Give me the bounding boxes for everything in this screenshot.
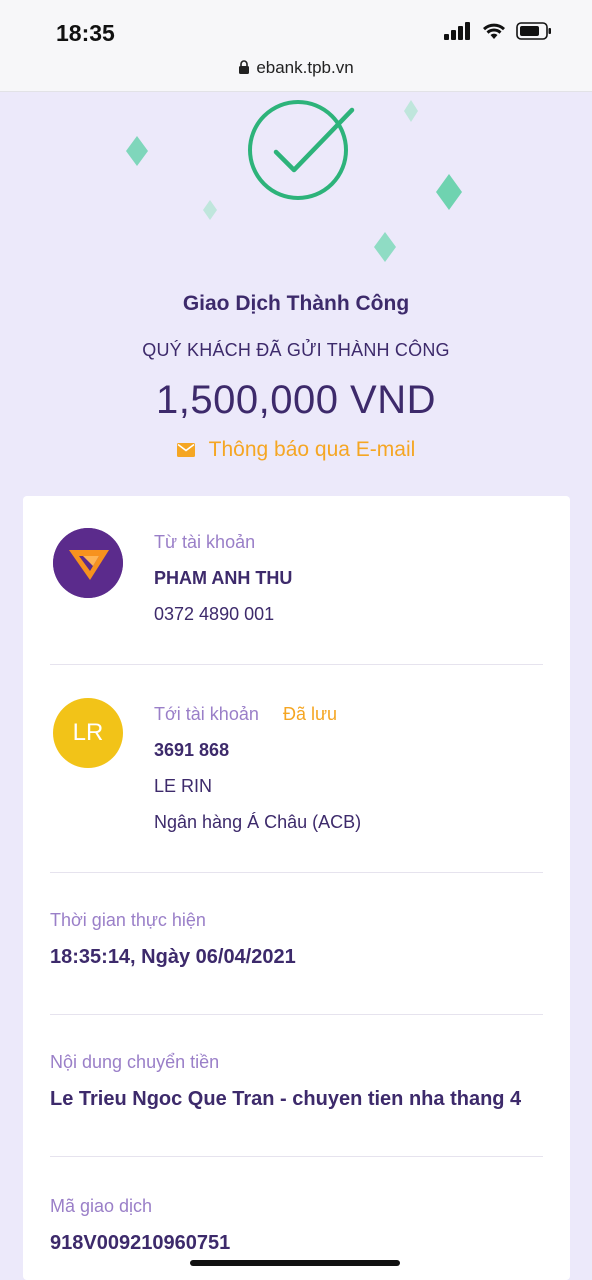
result-title: Giao Dịch Thành Công: [182, 292, 410, 315]
transaction-details-card: Từ tài khoản PHAM ANH THU 0372 4890 001 …: [23, 496, 570, 1280]
content-label: Nội dung chuyển tiền: [50, 1052, 220, 1072]
check-circle-icon: [248, 100, 355, 200]
to-account-name: LE RIN: [154, 776, 213, 796]
lock-icon: [239, 60, 250, 74]
time-section: Thời gian thực hiện 18:35:14, Ngày 06/04…: [23, 872, 570, 1014]
saved-badge: Đã lưu: [283, 704, 338, 724]
to-account-label: Tới tài khoản: [154, 704, 259, 724]
to-account-bank: Ngân hàng Á Châu (ACB): [154, 812, 362, 832]
content-section: Nội dung chuyển tiền Le Trieu Ngoc Que T…: [23, 1014, 570, 1156]
from-account-section: Từ tài khoản PHAM ANH THU 0372 4890 001: [23, 496, 570, 664]
email-notification-link[interactable]: Thông báo qua E-mail: [0, 438, 592, 462]
wifi-icon: [483, 23, 505, 39]
email-notification-label: Thông báo qua E-mail: [208, 438, 416, 461]
to-account-section: LR Tới tài khoản Đã lưu 3691 868 LE RIN …: [23, 664, 570, 872]
sparkle-icon: [203, 200, 217, 220]
from-account-number: 0372 4890 001: [154, 604, 275, 624]
from-account-name: PHAM ANH THU: [154, 568, 293, 588]
from-account-label: Từ tài khoản: [154, 532, 256, 552]
time-value: 18:35:14, Ngày 06/04/2021: [50, 946, 296, 968]
time-label: Thời gian thực hiện: [50, 910, 206, 930]
result-subtitle: QUÝ KHÁCH ĐÃ GỬI THÀNH CÔNG: [142, 340, 450, 360]
system-icons: [444, 22, 552, 40]
signal-icon: [444, 22, 470, 40]
sparkle-icon: [374, 232, 396, 262]
sparkle-icon: [126, 136, 148, 166]
recipient-avatar: LR: [53, 698, 123, 768]
status-time: 18:35: [56, 20, 115, 46]
transfer-amount: 1,500,000 VND: [155, 378, 436, 422]
mail-icon: [176, 443, 195, 457]
success-header: Giao Dịch Thành Công QUÝ KHÁCH ĐÃ GỬI TH…: [0, 92, 592, 496]
sparkle-icon: [436, 174, 462, 210]
transaction-code-label: Mã giao dịch: [50, 1196, 153, 1216]
url-text: ebank.tpb.vn: [256, 58, 354, 77]
battery-icon: [516, 22, 551, 40]
to-account-number: 3691 868: [154, 740, 230, 760]
address-bar[interactable]: ebank.tpb.vn: [0, 58, 592, 78]
status-bar: 18:35 ebank.tpb.vn: [0, 0, 592, 92]
content-value: Le Trieu Ngoc Que Tran - chuyen tien nha…: [50, 1088, 522, 1110]
home-indicator[interactable]: [190, 1260, 400, 1266]
tpbank-logo-icon: [53, 528, 123, 598]
sparkle-icon: [404, 100, 418, 122]
transaction-code-value: 918V009210960751: [50, 1232, 231, 1254]
